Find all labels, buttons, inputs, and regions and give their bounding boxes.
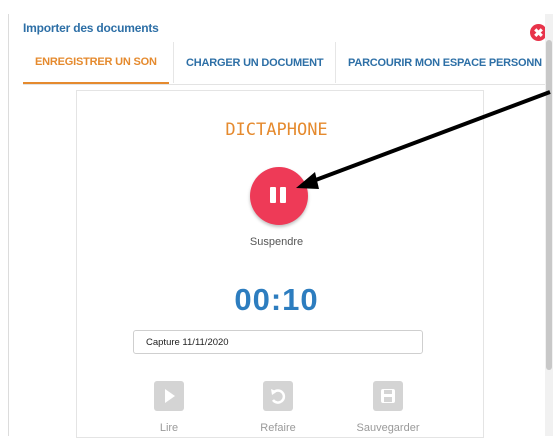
play-button[interactable] [154, 381, 184, 411]
tab-browse-personal-space[interactable]: PARCOURIR MON ESPACE PERSONN [335, 42, 550, 83]
save-label: Sauvegarder [356, 422, 420, 434]
recording-name-input[interactable] [133, 330, 423, 354]
tab-upload-document[interactable]: CHARGER UN DOCUMENT [173, 42, 335, 83]
play-icon [165, 389, 175, 403]
dialog-title: Importer des documents [23, 21, 159, 35]
tab-record-sound[interactable]: ENREGISTRER UN SON [23, 42, 169, 84]
pause-icon [270, 187, 276, 203]
redo-label: Refaire [260, 422, 296, 434]
save-button[interactable] [373, 381, 403, 411]
save-icon [381, 389, 395, 403]
recorder-heading: DICTAPHONE [225, 120, 328, 140]
tab-bar: ENREGISTRER UN SON CHARGER UN DOCUMENT P… [23, 42, 550, 85]
undo-icon [271, 389, 286, 404]
pause-label: Suspendre [249, 236, 304, 248]
play-label: Lire [159, 422, 179, 434]
recording-timer: 00:10 [234, 282, 319, 317]
pause-button[interactable] [250, 167, 308, 225]
redo-button[interactable] [263, 381, 293, 411]
scrollbar-thumb[interactable] [546, 40, 552, 370]
